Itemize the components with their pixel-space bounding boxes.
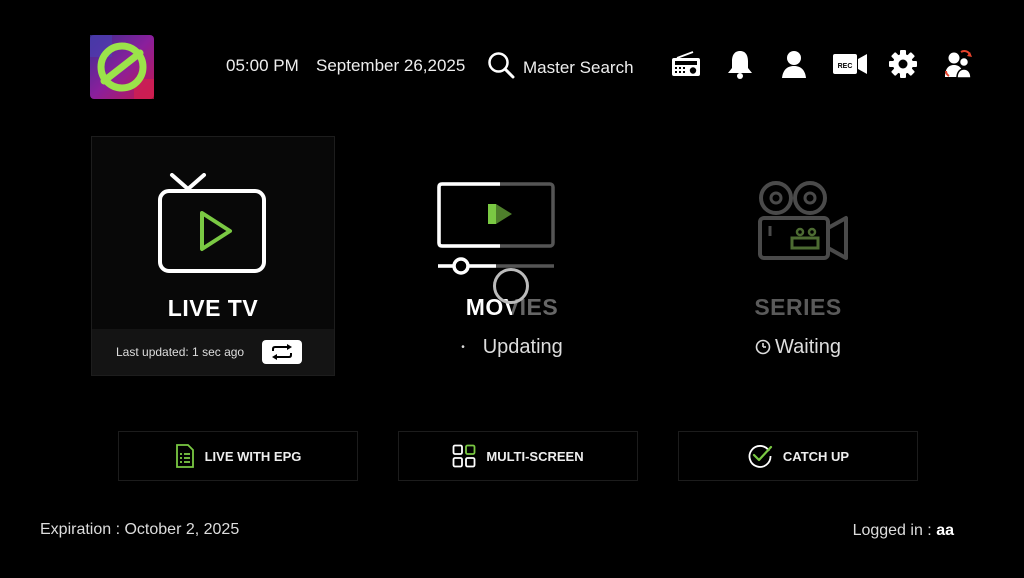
expiration-text: Expiration : October 2, 2025 bbox=[40, 521, 240, 538]
refresh-icon bbox=[272, 344, 293, 360]
gear-icon[interactable] bbox=[887, 48, 919, 80]
last-updated-text: Last updated: 1 sec ago bbox=[116, 345, 245, 359]
master-search-label: Master Search bbox=[523, 57, 634, 77]
catch-up-button[interactable]: CATCH UP bbox=[678, 431, 918, 481]
logged-in-text: Logged in : aa bbox=[853, 522, 954, 540]
live-with-epg-label: LIVE WITH EPG bbox=[204, 448, 302, 464]
live-tv-footer: Last updated: 1 sec ago bbox=[92, 329, 334, 375]
refresh-button[interactable] bbox=[262, 340, 303, 364]
series-icon bbox=[758, 181, 848, 260]
live-with-epg-button[interactable]: LIVE WITH EPG bbox=[118, 431, 358, 481]
loading-spinner bbox=[493, 268, 529, 304]
status-dot: • bbox=[461, 342, 465, 354]
clock-date: September 26,2025 bbox=[316, 56, 466, 75]
live-tv-title: LIVE TV bbox=[167, 295, 259, 321]
live-tv-card[interactable]: LIVE TV Last updated: 1 sec ago bbox=[91, 136, 335, 376]
master-search-button[interactable]: Master Search bbox=[487, 51, 634, 84]
logged-in-user: aa bbox=[936, 522, 954, 539]
epg-list-icon bbox=[175, 444, 194, 468]
catch-up-label: CATCH UP bbox=[782, 448, 850, 464]
check-circle-icon bbox=[748, 445, 772, 468]
bell-icon[interactable] bbox=[724, 48, 756, 80]
movies-status: • Updating bbox=[461, 336, 563, 358]
switch-user-icon[interactable] bbox=[942, 48, 974, 80]
live-tv-icon bbox=[158, 173, 266, 273]
rec-icon[interactable]: REC bbox=[832, 48, 868, 80]
multi-screen-icon bbox=[452, 444, 476, 468]
series-status: Waiting bbox=[676, 336, 920, 359]
logged-in-prefix: Logged in : bbox=[852, 522, 932, 539]
multi-screen-label: MULTI-SCREEN bbox=[486, 448, 584, 464]
clock-time: 05:00 PM bbox=[226, 56, 299, 75]
search-icon bbox=[487, 51, 515, 84]
user-icon[interactable] bbox=[778, 48, 810, 80]
rec-icon-label: REC bbox=[838, 63, 853, 70]
movies-icon bbox=[437, 182, 555, 275]
clock-icon bbox=[755, 339, 771, 355]
series-card[interactable]: SERIES Waiting bbox=[676, 136, 920, 376]
movies-card[interactable]: MOVIES • Updating bbox=[390, 136, 634, 376]
series-title: SERIES bbox=[754, 294, 842, 320]
multi-screen-button[interactable]: MULTI-SCREEN bbox=[398, 431, 638, 481]
radio-icon[interactable] bbox=[670, 48, 702, 80]
app-logo bbox=[90, 35, 154, 99]
